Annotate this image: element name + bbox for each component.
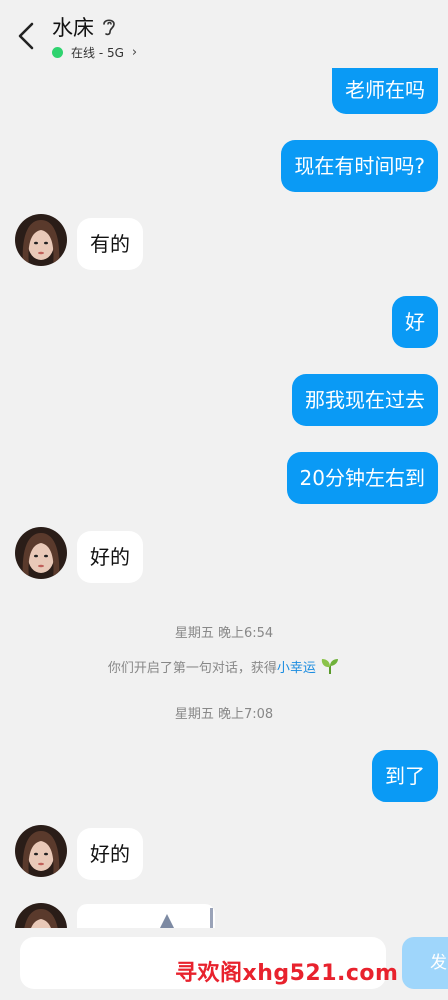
status-text: 在线 - 5G — [71, 46, 124, 60]
avatar[interactable] — [15, 825, 67, 877]
timestamp: 星期五 晚上7:08 — [174, 707, 274, 722]
message-bubble-incoming[interactable]: 有的 — [77, 218, 143, 270]
message-bubble-incoming[interactable]: 好的 — [77, 828, 143, 880]
message-bubble-outgoing[interactable]: 现在有时间吗? — [281, 140, 438, 192]
message-bubble-outgoing[interactable]: 20分钟左右到 — [286, 452, 438, 504]
send-button[interactable]: 发 — [402, 937, 448, 989]
message-bubble-incoming[interactable]: 好的 — [77, 531, 143, 583]
sprout-icon — [321, 659, 339, 674]
message-bubble-outgoing[interactable]: 到了 — [372, 750, 438, 802]
message-bubble-outgoing[interactable]: 那我现在过去 — [292, 374, 438, 426]
back-arrow-icon[interactable] — [14, 20, 40, 52]
message-bubble-outgoing[interactable]: 好 — [392, 296, 438, 348]
chevron-right-icon: › — [131, 45, 138, 60]
timestamp: 星期五 晚上6:54 — [174, 626, 274, 641]
lucky-link[interactable]: 小幸运 — [277, 661, 316, 676]
online-status[interactable]: 在线 - 5G › — [52, 44, 137, 61]
ear-icon[interactable] — [100, 16, 118, 36]
message-bubble-outgoing[interactable]: 老师在吗 — [332, 62, 438, 114]
avatar[interactable] — [15, 527, 67, 579]
avatar[interactable] — [15, 214, 67, 266]
avatar-image — [15, 527, 67, 579]
chat-header: 水床 在线 - 5G › — [0, 0, 448, 68]
system-notice-text: 你们开启了第一句对话，获得 — [107, 661, 277, 676]
contact-name[interactable]: 水床 — [52, 12, 94, 42]
avatar-image — [15, 825, 67, 877]
avatar-image — [15, 214, 67, 266]
online-dot-icon — [52, 47, 63, 58]
watermark: 寻欢阁xhg521.com — [175, 961, 399, 986]
system-notice: 你们开启了第一句对话，获得小幸运 — [0, 657, 448, 676]
